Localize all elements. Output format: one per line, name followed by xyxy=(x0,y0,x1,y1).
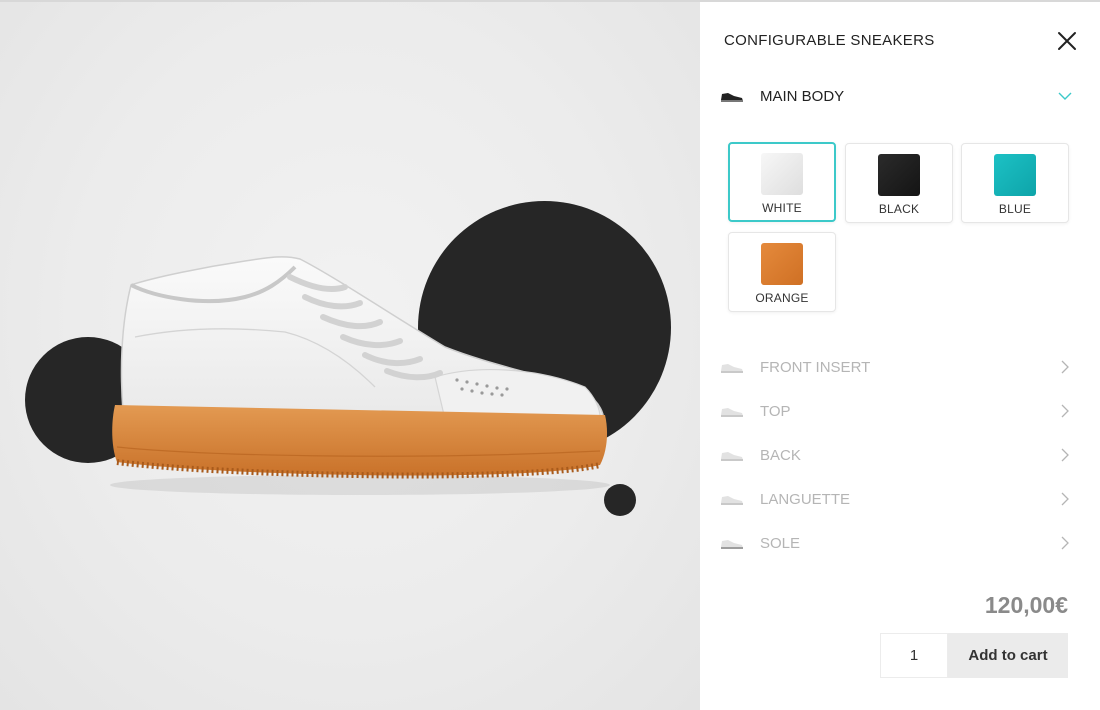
section-label: FRONT INSERT xyxy=(760,358,871,376)
product-stage xyxy=(0,2,700,710)
section-label: TOP xyxy=(760,402,791,420)
swatch-color-chip xyxy=(878,154,920,196)
chevron-right-icon xyxy=(1061,492,1069,506)
sneaker-icon xyxy=(721,408,743,417)
swatch-color-chip xyxy=(761,243,803,285)
swatch-orange[interactable]: ORANGE xyxy=(728,232,836,312)
swatch-blue[interactable]: BLUE xyxy=(961,143,1069,223)
swatch-label: ORANGE xyxy=(755,291,809,305)
product-price: 120,00€ xyxy=(984,592,1068,618)
configurator-panel: CONFIGURABLE SNEAKERS MAIN BODY WHITE BL… xyxy=(700,2,1100,710)
swatch-label: WHITE xyxy=(762,201,802,215)
chevron-right-icon xyxy=(1061,536,1069,550)
sneaker-icon xyxy=(721,496,743,505)
section-label: SOLE xyxy=(760,534,801,552)
swatch-white[interactable]: WHITE xyxy=(728,142,836,222)
section-languette[interactable]: LANGUETTE xyxy=(720,484,1072,514)
section-label: LANGUETTE xyxy=(760,490,851,508)
section-label: BACK xyxy=(760,446,801,464)
section-top[interactable]: TOP xyxy=(720,396,1072,426)
chevron-down-icon xyxy=(1058,92,1072,100)
close-icon[interactable] xyxy=(1056,30,1078,52)
sneaker-icon xyxy=(721,364,743,373)
section-main-body[interactable]: MAIN BODY xyxy=(720,81,1072,111)
sneaker-preview-image xyxy=(110,256,610,495)
section-back[interactable]: BACK xyxy=(720,440,1072,470)
sneaker-icon xyxy=(721,452,743,461)
sneaker-icon xyxy=(721,540,743,549)
section-label: MAIN BODY xyxy=(760,87,845,105)
chevron-right-icon xyxy=(1061,448,1069,462)
sneaker-icon xyxy=(721,93,743,102)
swatch-black[interactable]: BLACK xyxy=(845,143,953,223)
chevron-right-icon xyxy=(1061,360,1069,374)
add-to-cart-button[interactable]: Add to cart xyxy=(948,633,1068,678)
swatch-color-chip xyxy=(994,154,1036,196)
quantity-input[interactable]: 1 xyxy=(880,633,948,678)
swatch-label: BLUE xyxy=(998,202,1032,216)
section-sole[interactable]: SOLE xyxy=(720,528,1072,558)
swatch-color-chip xyxy=(761,153,803,195)
swatch-label: BLACK xyxy=(878,202,920,216)
section-front-insert[interactable]: FRONT INSERT xyxy=(720,352,1072,382)
chevron-right-icon xyxy=(1061,404,1069,418)
product-title: CONFIGURABLE SNEAKERS xyxy=(724,32,935,49)
